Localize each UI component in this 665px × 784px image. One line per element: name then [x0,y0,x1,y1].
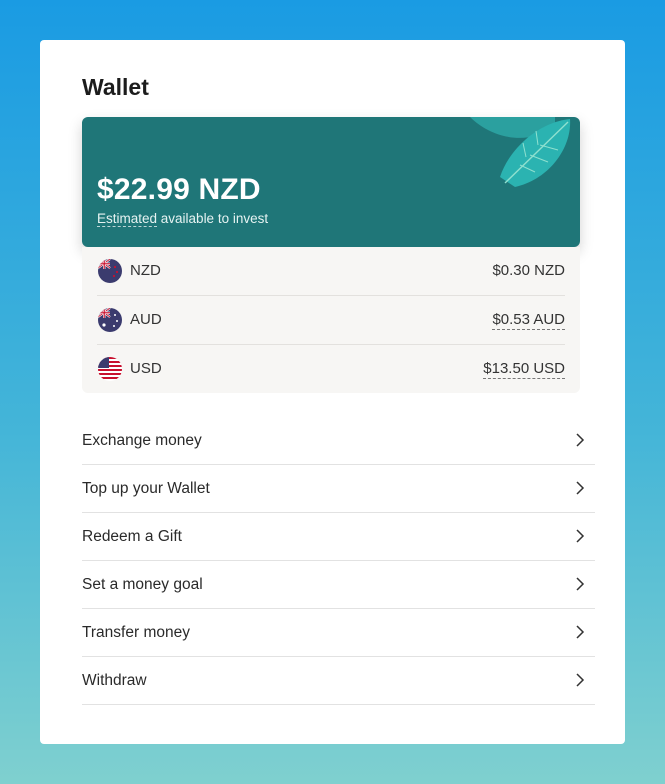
menu-item-label: Exchange money [82,432,202,449]
currency-amount[interactable]: $13.50 USD [483,360,565,379]
currency-balances: NZD $0.30 NZD AUD $0.53 AUD USD $13.50 U… [82,247,580,393]
currency-code: USD [130,360,162,377]
menu-item-exchange-money[interactable]: Exchange money [82,417,595,465]
nz-flag-icon [98,259,122,283]
page-title: Wallet [82,74,149,100]
us-flag-icon [98,357,122,381]
estimated-tooltip-trigger[interactable]: Estimated [97,211,158,227]
menu-item-label: Withdraw [82,672,147,689]
wallet-card: Wallet $22.99 NZD Estimated available to… [40,40,625,744]
balance-row-usd: USD $13.50 USD [97,345,565,393]
currency-amount[interactable]: $0.53 AUD [492,311,565,330]
currency-code: AUD [130,311,162,328]
menu-item-money-goal[interactable]: Set a money goal [82,561,595,609]
menu-item-top-up[interactable]: Top up your Wallet [82,465,595,513]
balance-row-aud: AUD $0.53 AUD [97,296,565,345]
chevron-right-icon [576,625,585,639]
leaf-decoration-icon [470,117,571,187]
chevron-right-icon [576,577,585,591]
wallet-total-panel: $22.99 NZD Estimated available to invest [82,117,580,247]
menu-item-withdraw[interactable]: Withdraw [82,657,595,705]
chevron-right-icon [576,673,585,687]
menu-item-label: Set a money goal [82,576,203,593]
balance-subtitle: Estimated available to invest [97,211,269,227]
au-flag-icon [98,308,122,332]
currency-code: NZD [130,262,161,279]
subtitle-text: available to invest [157,211,269,226]
menu-item-label: Top up your Wallet [82,480,210,497]
menu-item-label: Redeem a Gift [82,528,182,545]
menu-item-label: Transfer money [82,624,190,641]
wallet-actions-menu: Exchange money Top up your Wallet Redeem… [82,417,595,705]
balance-row-nzd: NZD $0.30 NZD [97,247,565,296]
menu-item-transfer-money[interactable]: Transfer money [82,609,595,657]
total-balance: $22.99 NZD [97,173,261,206]
chevron-right-icon [576,433,585,447]
chevron-right-icon [576,481,585,495]
chevron-right-icon [576,529,585,543]
currency-amount: $0.30 NZD [492,262,565,279]
menu-item-redeem-gift[interactable]: Redeem a Gift [82,513,595,561]
